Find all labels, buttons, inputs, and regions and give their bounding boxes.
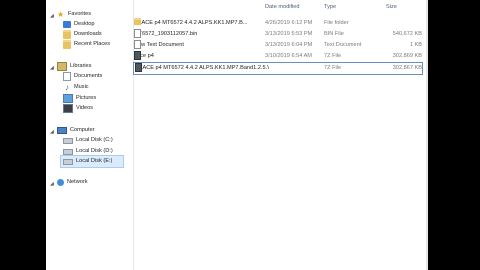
nav-local-disk-e[interactable]: Local Disk (E:) — [60, 155, 124, 168]
nav-videos-label: Videos — [76, 105, 94, 111]
nav-recent-places[interactable]: Recent Places — [63, 39, 110, 50]
bin-file-icon — [134, 29, 141, 38]
documents-icon — [63, 72, 71, 81]
file-type: Text Document — [324, 42, 362, 48]
file-date: 3/10/2019 6:54 AM — [265, 53, 312, 59]
collapse-computer-icon[interactable]: ◢ — [50, 129, 54, 135]
star-icon: ★ — [57, 10, 65, 19]
drive-c-icon — [63, 137, 73, 144]
vertical-scrollbar[interactable] — [426, 0, 428, 270]
column-headers: Date modified Type Size — [134, 2, 428, 13]
file-date: 3/13/2019 6:04 PM — [265, 42, 313, 48]
archive-file-icon — [134, 51, 141, 60]
collapse-favorites-icon[interactable]: ◢ — [50, 13, 54, 19]
file-row[interactable]: pace p4 3/10/2019 6:54 AM 7Z File 302,86… — [134, 51, 422, 62]
file-date: 3/13/2019 5:53 PM — [265, 31, 313, 37]
nav-documents-label: Documents — [74, 73, 103, 79]
nav-local-disk-c-label: Local Disk (C:) — [76, 137, 113, 143]
file-type: BIN File — [324, 31, 344, 37]
drive-d-icon — [63, 148, 73, 155]
nav-music-label: Music — [74, 84, 89, 90]
file-name-rename-field[interactable]: PEACE p4 MT6572 4.4.2 ALPS.KK1.MP7.Band1… — [135, 63, 269, 74]
recent-places-icon — [63, 40, 71, 49]
file-type: File folder — [324, 20, 349, 26]
file-row[interactable]: New Text Document 3/13/2019 6:04 PM Text… — [134, 40, 422, 51]
nav-documents[interactable]: Documents — [63, 71, 102, 82]
folder-icon — [134, 18, 141, 25]
file-name: MT6572_1903112057.bin — [134, 31, 198, 37]
file-size: 302,869 KB — [392, 53, 422, 59]
network-icon — [57, 179, 64, 186]
drive-e-icon — [63, 158, 73, 165]
collapse-network-icon[interactable]: ◢ — [50, 181, 54, 187]
nav-network[interactable]: Network — [57, 177, 88, 188]
collapse-libraries-icon[interactable]: ◢ — [50, 65, 54, 71]
nav-recent-places-label: Recent Places — [74, 41, 111, 47]
file-type: 7Z File — [324, 63, 342, 74]
file-size: 302,867 KB — [392, 65, 422, 71]
file-name-cell: pace p4 — [134, 51, 262, 62]
file-row[interactable]: MT6572_1903112057.bin 3/13/2019 5:53 PM … — [134, 29, 422, 40]
file-name-cell: PEACE p4 MT6572 4.4.2 ALPS.KK1.MP7.Band1… — [134, 63, 269, 74]
file-row-selected[interactable]: PEACE p4 MT6572 4.4.2 ALPS.KK1.MP7.Band1… — [133, 62, 423, 75]
file-date: 4/26/2019 6:12 PM — [265, 20, 313, 26]
pictures-icon — [63, 94, 73, 103]
downloads-icon — [63, 30, 71, 39]
file-row[interactable]: PEACE p4 MT6572 4.4.2 ALPS.KK1.MP7.B... … — [134, 18, 422, 29]
file-size: 540,672 KB — [392, 31, 422, 37]
column-size[interactable]: Size — [386, 2, 397, 13]
nav-local-disk-c[interactable]: Local Disk (C:) — [63, 135, 113, 146]
file-name-cell: PEACE p4 MT6572 4.4.2 ALPS.KK1.MP7.B... — [134, 18, 262, 29]
videos-icon — [63, 104, 73, 113]
column-date-modified[interactable]: Date modified — [265, 2, 300, 13]
file-type: 7Z File — [324, 53, 342, 59]
navigation-pane: ◢ ★ Favorites Desktop Downloads Recent P… — [46, 0, 134, 270]
nav-music[interactable]: ♪ Music — [63, 82, 89, 93]
archive-file-icon — [135, 63, 142, 72]
file-name-cell: New Text Document — [134, 40, 262, 51]
nav-network-label: Network — [67, 179, 88, 185]
nav-videos[interactable]: Videos — [63, 103, 93, 114]
nav-local-disk-e-label: Local Disk (E:) — [76, 158, 113, 164]
file-size: 1 KB — [409, 42, 422, 48]
file-name: PEACE p4 MT6572 4.4.2 ALPS.KK1.MP7.B... — [134, 20, 248, 26]
file-name-cell: MT6572_1903112057.bin — [134, 29, 262, 40]
desktop-icon — [63, 21, 71, 28]
computer-icon — [57, 127, 67, 134]
column-type[interactable]: Type — [324, 2, 336, 13]
libraries-icon — [57, 62, 67, 71]
file-name: New Text Document — [134, 42, 184, 48]
explorer-window: ◢ ★ Favorites Desktop Downloads Recent P… — [46, 0, 428, 270]
music-note-icon: ♪ — [65, 83, 69, 92]
text-file-icon — [134, 40, 141, 49]
